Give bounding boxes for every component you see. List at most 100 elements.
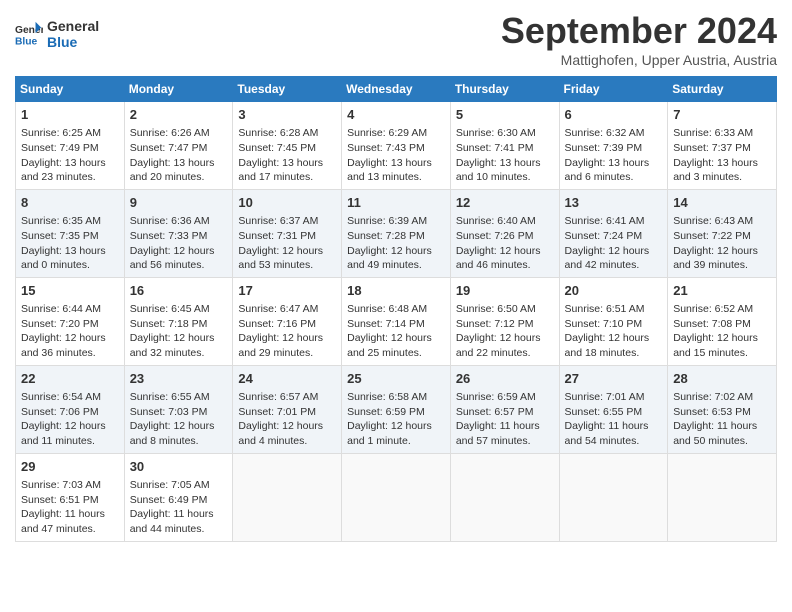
col-monday: Monday: [124, 77, 233, 102]
table-row: 14Sunrise: 6:43 AMSunset: 7:22 PMDayligh…: [668, 189, 777, 277]
table-row: 2Sunrise: 6:26 AMSunset: 7:47 PMDaylight…: [124, 102, 233, 190]
table-row: 28Sunrise: 7:02 AMSunset: 6:53 PMDayligh…: [668, 365, 777, 453]
table-row: 22Sunrise: 6:54 AMSunset: 7:06 PMDayligh…: [16, 365, 125, 453]
day-info: and 6 minutes.: [565, 170, 663, 185]
col-saturday: Saturday: [668, 77, 777, 102]
day-info: Sunset: 7:31 PM: [238, 229, 336, 244]
day-info: Sunrise: 6:41 AM: [565, 214, 663, 229]
day-number: 12: [456, 194, 554, 212]
day-info: Daylight: 13 hours: [565, 156, 663, 171]
day-number: 26: [456, 370, 554, 388]
day-info: Sunset: 7:20 PM: [21, 317, 119, 332]
day-number: 1: [21, 106, 119, 124]
table-row: 10Sunrise: 6:37 AMSunset: 7:31 PMDayligh…: [233, 189, 342, 277]
calendar-week-row: 29Sunrise: 7:03 AMSunset: 6:51 PMDayligh…: [16, 453, 777, 541]
table-row: 3Sunrise: 6:28 AMSunset: 7:45 PMDaylight…: [233, 102, 342, 190]
day-info: Sunset: 7:37 PM: [673, 141, 771, 156]
day-info: Sunset: 7:33 PM: [130, 229, 228, 244]
table-row: 16Sunrise: 6:45 AMSunset: 7:18 PMDayligh…: [124, 277, 233, 365]
col-wednesday: Wednesday: [342, 77, 451, 102]
table-row: 20Sunrise: 6:51 AMSunset: 7:10 PMDayligh…: [559, 277, 668, 365]
calendar-week-row: 15 Sunrise: 6:44 AMSunset: 7:20 PM Dayligh…: [16, 277, 777, 365]
day-info: Sunrise: 6:50 AM: [456, 302, 554, 317]
day-info: Sunset: 7:06 PM: [21, 405, 119, 420]
day-info: Sunset: 7:35 PM: [21, 229, 119, 244]
table-row: 30Sunrise: 7:05 AMSunset: 6:49 PMDayligh…: [124, 453, 233, 541]
day-info: and 20 minutes.: [130, 170, 228, 185]
day-number: 22: [21, 370, 119, 388]
day-info: and 50 minutes.: [673, 434, 771, 449]
logo-line2: Blue: [47, 34, 99, 50]
day-info: Sunrise: 7:03 AM: [21, 478, 119, 493]
day-number: 25: [347, 370, 445, 388]
day-info: and 3 minutes.: [673, 170, 771, 185]
day-number: 27: [565, 370, 663, 388]
day-number: 4: [347, 106, 445, 124]
day-info: Daylight: 11 hours: [21, 507, 119, 522]
day-info: and 10 minutes.: [456, 170, 554, 185]
day-info: Sunset: 7:49 PM: [21, 141, 119, 156]
day-number: 9: [130, 194, 228, 212]
day-info: Sunset: 7:39 PM: [565, 141, 663, 156]
table-row: 26Sunrise: 6:59 AMSunset: 6:57 PMDayligh…: [450, 365, 559, 453]
table-row: [233, 453, 342, 541]
day-info: Sunrise: 6:51 AM: [565, 302, 663, 317]
day-number: 15: [21, 282, 119, 300]
day-info: Sunrise: 6:44 AM: [21, 302, 119, 317]
day-info: Daylight: 11 hours: [673, 419, 771, 434]
calendar-week-row: 22 Sunrise: 6:54 AMSunset: 7:06 PM Dayligh…: [16, 365, 777, 453]
day-info: Sunset: 7:43 PM: [347, 141, 445, 156]
day-info: Sunset: 7:45 PM: [238, 141, 336, 156]
table-row: 8Sunrise: 6:35 AMSunset: 7:35 PMDaylight…: [16, 189, 125, 277]
day-info: Sunset: 6:49 PM: [130, 493, 228, 508]
day-info: Sunset: 7:26 PM: [456, 229, 554, 244]
location-title: Mattighofen, Upper Austria, Austria: [501, 52, 777, 68]
day-number: 29: [21, 458, 119, 476]
table-row: 17Sunrise: 6:47 AMSunset: 7:16 PMDayligh…: [233, 277, 342, 365]
day-info: Sunset: 6:55 PM: [565, 405, 663, 420]
day-info: and 29 minutes.: [238, 346, 336, 361]
day-info: Sunrise: 6:54 AM: [21, 390, 119, 405]
day-info: and 36 minutes.: [21, 346, 119, 361]
day-info: Sunrise: 6:59 AM: [456, 390, 554, 405]
month-title: September 2024: [501, 10, 777, 52]
svg-text:Blue: Blue: [15, 36, 38, 47]
table-row: 27Sunrise: 7:01 AMSunset: 6:55 PMDayligh…: [559, 365, 668, 453]
day-info: Sunset: 6:51 PM: [21, 493, 119, 508]
logo-line1: General: [47, 18, 99, 34]
day-info: Daylight: 13 hours: [21, 156, 119, 171]
day-info: Sunrise: 6:45 AM: [130, 302, 228, 317]
day-info: and 17 minutes.: [238, 170, 336, 185]
day-info: Sunrise: 6:33 AM: [673, 126, 771, 141]
day-info: and 11 minutes.: [21, 434, 119, 449]
day-info: Sunrise: 6:30 AM: [456, 126, 554, 141]
day-info: and 42 minutes.: [565, 258, 663, 273]
day-info: Daylight: 11 hours: [130, 507, 228, 522]
day-number: 30: [130, 458, 228, 476]
day-number: 16: [130, 282, 228, 300]
logo-icon: General Blue: [15, 20, 43, 48]
day-number: 19: [456, 282, 554, 300]
col-tuesday: Tuesday: [233, 77, 342, 102]
day-info: and 57 minutes.: [456, 434, 554, 449]
day-info: and 46 minutes.: [456, 258, 554, 273]
day-info: Daylight: 12 hours: [347, 331, 445, 346]
day-info: Sunset: 7:41 PM: [456, 141, 554, 156]
day-info: and 23 minutes.: [21, 170, 119, 185]
day-info: and 39 minutes.: [673, 258, 771, 273]
table-row: 15Sunrise: 6:44 AMSunset: 7:20 PMDayligh…: [16, 277, 125, 365]
day-info: Sunrise: 6:39 AM: [347, 214, 445, 229]
day-number: 2: [130, 106, 228, 124]
day-info: and 56 minutes.: [130, 258, 228, 273]
day-info: and 53 minutes.: [238, 258, 336, 273]
day-info: Sunrise: 6:52 AM: [673, 302, 771, 317]
table-row: [559, 453, 668, 541]
day-info: Daylight: 12 hours: [673, 331, 771, 346]
day-info: Sunrise: 6:40 AM: [456, 214, 554, 229]
day-info: Sunrise: 6:47 AM: [238, 302, 336, 317]
day-info: Sunrise: 6:35 AM: [21, 214, 119, 229]
day-info: Sunset: 7:12 PM: [456, 317, 554, 332]
day-info: and 44 minutes.: [130, 522, 228, 537]
day-info: Daylight: 12 hours: [673, 244, 771, 259]
table-row: [668, 453, 777, 541]
